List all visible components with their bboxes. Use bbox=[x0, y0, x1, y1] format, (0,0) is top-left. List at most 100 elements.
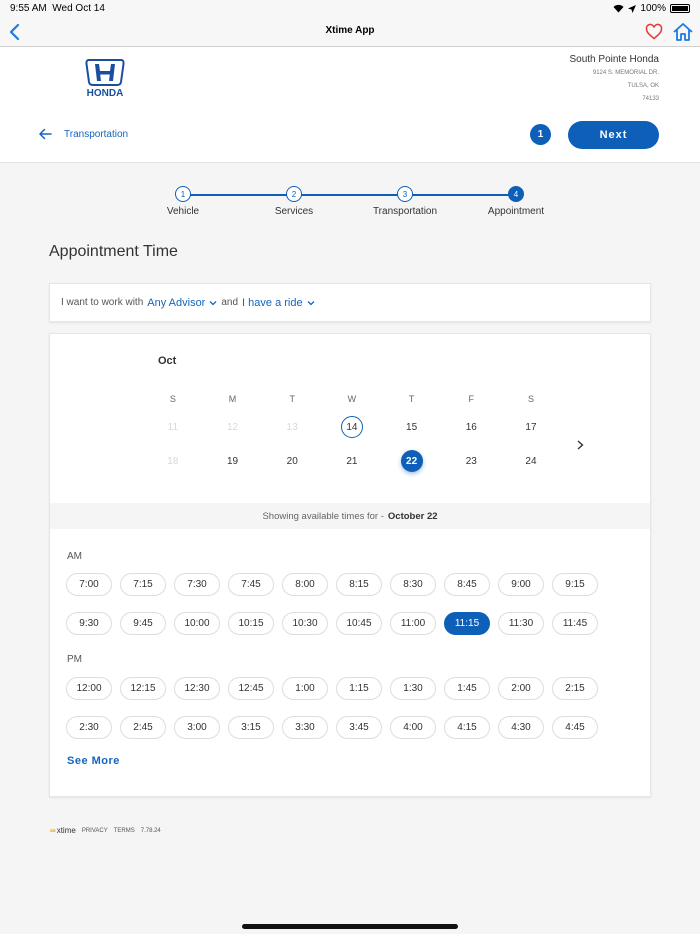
step-appointment[interactable]: 4 Appointment bbox=[471, 185, 561, 217]
time-slot[interactable]: 11:45 bbox=[552, 612, 598, 635]
time-slot[interactable]: 10:30 bbox=[282, 612, 328, 635]
time-slot[interactable]: 2:15 bbox=[552, 677, 598, 700]
day-number: 17 bbox=[525, 421, 537, 433]
step-transportation[interactable]: 3 Transportation bbox=[360, 185, 450, 217]
showing-times-bar: Showing available times for - October 22 bbox=[50, 503, 650, 529]
status-bar: 9:55 AM Wed Oct 14 100% bbox=[0, 0, 700, 18]
privacy-link[interactable]: PRIVACY bbox=[82, 828, 108, 834]
time-slot[interactable]: 8:15 bbox=[336, 573, 382, 596]
step-count-badge: 1 bbox=[530, 124, 551, 145]
time-slot[interactable]: 3:15 bbox=[228, 716, 274, 739]
page-title: Appointment Time bbox=[49, 243, 178, 260]
calendar-day[interactable]: 19 bbox=[203, 450, 263, 472]
address-line: TULSA, OK bbox=[627, 83, 659, 89]
weekday-label: F bbox=[468, 394, 475, 404]
time-slot[interactable]: 1:00 bbox=[282, 677, 328, 700]
calendar-day[interactable]: 17 bbox=[501, 416, 561, 438]
time-slot[interactable]: 12:30 bbox=[174, 677, 220, 700]
time-slot[interactable]: 2:30 bbox=[66, 716, 112, 739]
time-slot[interactable]: 1:45 bbox=[444, 677, 490, 700]
chevron-right-icon[interactable] bbox=[574, 438, 586, 452]
time-slot[interactable]: 7:30 bbox=[174, 573, 220, 596]
time-slot[interactable]: 7:15 bbox=[120, 573, 166, 596]
time-slot[interactable]: 9:45 bbox=[120, 612, 166, 635]
step-vehicle[interactable]: 1 Vehicle bbox=[138, 185, 228, 217]
progress-stepper: 1 Vehicle 2 Services 3 Transportation 4 … bbox=[145, 185, 555, 225]
location-icon bbox=[628, 4, 637, 13]
time-slot[interactable]: 2:45 bbox=[120, 716, 166, 739]
time-slot[interactable]: 8:00 bbox=[282, 573, 328, 596]
dealer-info: South Pointe Honda 9124 S. MEMORIAL DR. … bbox=[569, 54, 659, 106]
time-slot[interactable]: 2:00 bbox=[498, 677, 544, 700]
battery-icon bbox=[670, 4, 690, 13]
stepper-line bbox=[183, 194, 517, 196]
time-slot[interactable]: 1:15 bbox=[336, 677, 382, 700]
time-slot[interactable]: 9:30 bbox=[66, 612, 112, 635]
time-slot[interactable]: 9:00 bbox=[498, 573, 544, 596]
time-slot[interactable]: 10:45 bbox=[336, 612, 382, 635]
calendar-day[interactable]: 21 bbox=[322, 450, 382, 472]
time-slot[interactable]: 3:45 bbox=[336, 716, 382, 739]
time-slot[interactable]: 4:15 bbox=[444, 716, 490, 739]
weekday-label: M bbox=[228, 394, 237, 404]
time-slot-selected[interactable]: 11:15 bbox=[444, 612, 490, 635]
time-slot[interactable]: 10:00 bbox=[174, 612, 220, 635]
time-slot[interactable]: 8:30 bbox=[390, 573, 436, 596]
calendar-day-disabled: 18 bbox=[143, 450, 203, 472]
pm-label: PM bbox=[67, 654, 82, 665]
dealer-name: South Pointe Honda bbox=[569, 54, 659, 65]
time-slot[interactable]: 7:00 bbox=[66, 573, 112, 596]
chevron-down-icon bbox=[209, 300, 217, 305]
time-slot[interactable]: 1:30 bbox=[390, 677, 436, 700]
time-slot[interactable]: 12:00 bbox=[66, 677, 112, 700]
time-slot[interactable]: 7:45 bbox=[228, 573, 274, 596]
ride-dropdown[interactable]: I have a ride bbox=[242, 297, 315, 309]
time-slot[interactable]: 11:30 bbox=[498, 612, 544, 635]
time-slot[interactable]: 12:15 bbox=[120, 677, 166, 700]
xtime-brand: xtime bbox=[56, 826, 76, 835]
time-slot[interactable]: 4:00 bbox=[390, 716, 436, 739]
day-number: 22 bbox=[400, 450, 423, 472]
calendar-grid: S M T W T F S 11 12 13 14 15 16 17 18 19… bbox=[143, 388, 561, 478]
calendar-day[interactable]: 16 bbox=[441, 416, 501, 438]
step-circle: 1 bbox=[175, 186, 191, 202]
calendar-week-row: 18 19 20 21 22 23 24 bbox=[143, 444, 561, 478]
next-button[interactable]: Next bbox=[568, 121, 659, 149]
heart-icon[interactable] bbox=[645, 23, 663, 41]
time-slot[interactable]: 12:45 bbox=[228, 677, 274, 700]
chevron-down-icon bbox=[307, 300, 315, 305]
time-slot[interactable]: 9:15 bbox=[552, 573, 598, 596]
step-label: Appointment bbox=[487, 206, 545, 217]
calendar-day[interactable]: 20 bbox=[262, 450, 322, 472]
home-icon[interactable] bbox=[672, 21, 694, 43]
time-slot[interactable]: 11:00 bbox=[390, 612, 436, 635]
status-time: 9:55 AM Wed Oct 14 bbox=[10, 3, 105, 14]
honda-logo: HONDA bbox=[85, 59, 125, 98]
calendar-day-disabled: 11 bbox=[143, 416, 203, 438]
calendar-day-today[interactable]: 14 bbox=[322, 416, 382, 438]
calendar-day[interactable]: 23 bbox=[441, 450, 501, 472]
day-number: 15 bbox=[406, 421, 418, 433]
version-label: 7.78.24 bbox=[140, 827, 161, 834]
time-slot[interactable]: 3:30 bbox=[282, 716, 328, 739]
calendar-day-selected[interactable]: 22 bbox=[382, 450, 442, 472]
time-slot[interactable]: 4:30 bbox=[498, 716, 544, 739]
see-more-link[interactable]: See More bbox=[67, 755, 120, 767]
back-to-transportation-link[interactable]: Transportation bbox=[38, 127, 128, 141]
terms-link[interactable]: TERMS bbox=[114, 828, 135, 834]
calendar-day[interactable]: 15 bbox=[382, 416, 442, 438]
calendar-day-disabled: 12 bbox=[203, 416, 263, 438]
calendar-card: Oct S M T W T F S 11 12 13 14 15 16 17 1… bbox=[49, 333, 651, 797]
weekday-label: S bbox=[527, 394, 534, 404]
address-line: 74133 bbox=[642, 96, 659, 102]
time-slot[interactable]: 8:45 bbox=[444, 573, 490, 596]
day-number: 20 bbox=[286, 455, 298, 467]
day-number: 23 bbox=[465, 455, 477, 467]
time-slot[interactable]: 3:00 bbox=[174, 716, 220, 739]
advisor-dropdown[interactable]: Any Advisor bbox=[147, 297, 217, 309]
time-slot[interactable]: 10:15 bbox=[228, 612, 274, 635]
step-services[interactable]: 2 Services bbox=[249, 185, 339, 217]
calendar-day[interactable]: 24 bbox=[501, 450, 561, 472]
time-slot[interactable]: 4:45 bbox=[552, 716, 598, 739]
day-number: 21 bbox=[346, 455, 358, 467]
